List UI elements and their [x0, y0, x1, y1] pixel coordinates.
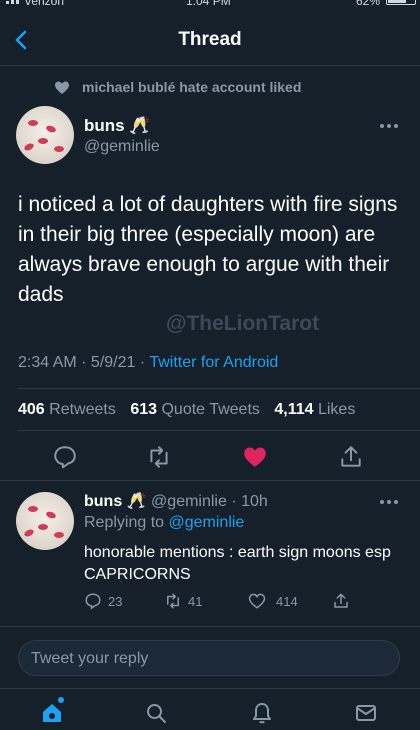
author-handle[interactable]: @geminlie: [84, 138, 160, 156]
status-bar: Verizon 1:04 PM 62%: [0, 0, 420, 10]
new-content-dot: [58, 697, 64, 703]
reply-header: buns 🥂 @geminlie · 10h: [84, 493, 268, 510]
heart-icon: [55, 81, 69, 94]
quote-label[interactable]: Quote Tweets: [161, 401, 259, 418]
tweet-text: i noticed a lot of daughters with fire s…: [18, 193, 398, 306]
share-icon: [334, 593, 348, 608]
like-count[interactable]: 4,114: [274, 401, 313, 418]
tweet-stats: 406 Retweets 613 Quote Tweets 4,114 Like…: [18, 401, 365, 419]
divider: [0, 626, 420, 627]
quote-count[interactable]: 613: [130, 401, 157, 418]
search-icon[interactable]: [144, 701, 168, 725]
retweet-count[interactable]: 406: [18, 401, 45, 418]
top-nav: Thread: [0, 14, 420, 66]
author-name-text: buns: [84, 116, 125, 135]
tweet-source[interactable]: Twitter for Android: [149, 354, 278, 371]
tweet-time: 2:34 AM: [18, 354, 77, 371]
author-emoji: 🥂: [129, 116, 151, 135]
retweet-icon: [167, 593, 179, 609]
retweet-label[interactable]: Retweets: [49, 401, 116, 418]
reply-age: 10h: [241, 493, 268, 510]
watermark: @TheLionTarot: [166, 312, 320, 335]
like-label[interactable]: Likes: [318, 401, 355, 418]
more-icon[interactable]: [380, 500, 400, 506]
retweet-icon[interactable]: [146, 444, 172, 470]
reply-author-emoji: 🥂: [126, 493, 147, 510]
reply-retweet-count: 41: [188, 594, 203, 609]
reply-reply-count: 23: [108, 594, 123, 609]
replying-to-label: Replying to: [84, 514, 165, 531]
tweet-meta: 2:34 AM · 5/9/21 · Twitter for Android: [18, 354, 279, 371]
reply-icon: [85, 593, 101, 610]
reply-compose-input[interactable]: Tweet your reply: [18, 640, 400, 676]
author-name[interactable]: buns 🥂: [84, 116, 151, 136]
reply-author-name[interactable]: buns: [84, 493, 122, 510]
reply-avatar[interactable]: [16, 492, 74, 550]
reply-text: honorable mentions : earth sign moons es…: [84, 544, 391, 583]
messages-icon[interactable]: [354, 701, 378, 725]
page-title: Thread: [178, 29, 242, 50]
home-icon[interactable]: [40, 701, 64, 725]
divider: [18, 388, 420, 389]
tweet-date: 5/9/21: [90, 354, 136, 371]
reply-like-count: 414: [276, 594, 298, 609]
share-icon[interactable]: [338, 444, 364, 470]
bottom-tab-bar: [0, 688, 420, 730]
battery-icon: [386, 0, 416, 5]
replying-to-handle[interactable]: @geminlie: [169, 514, 245, 531]
reply-author-handle[interactable]: @geminlie: [151, 493, 227, 510]
clock: 1:04 PM: [186, 0, 231, 8]
social-context-text: michael bublé hate account liked: [82, 79, 302, 95]
more-icon[interactable]: [380, 124, 400, 130]
carrier-label: Verizon: [24, 0, 65, 8]
reply-icon[interactable]: [52, 444, 78, 470]
divider: [0, 480, 420, 481]
replying-to: Replying to @geminlie: [84, 514, 244, 532]
signal-icon: [6, 0, 26, 4]
avatar[interactable]: [16, 106, 74, 164]
notifications-icon[interactable]: [250, 701, 274, 725]
divider: [18, 430, 420, 431]
like-icon[interactable]: [242, 444, 268, 470]
like-icon: [248, 593, 266, 609]
battery-percent: 62%: [355, 0, 380, 8]
